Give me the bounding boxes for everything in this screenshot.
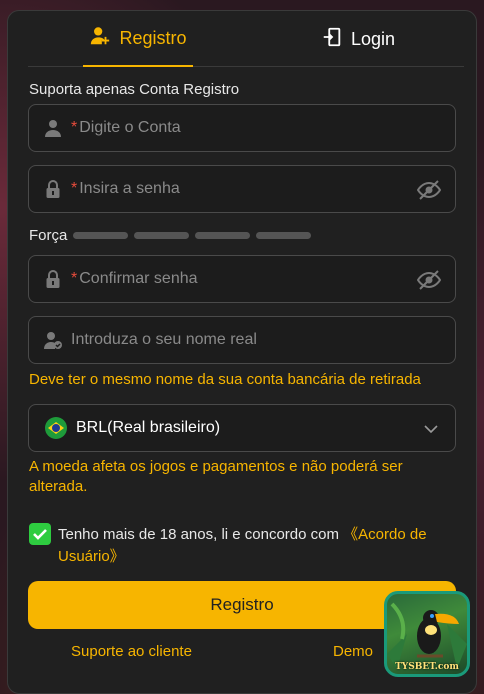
- currency-value: BRL(Real brasileiro): [76, 419, 221, 436]
- password-input[interactable]: * Insira a senha: [28, 165, 456, 213]
- strength-bar: [256, 232, 312, 239]
- check-icon: [33, 529, 47, 540]
- login-door-icon: [321, 26, 343, 53]
- password-placeholder: * Insira a senha: [71, 180, 180, 197]
- confirm-password-input[interactable]: * Confirmar senha: [28, 255, 456, 303]
- realname-note: Deve ter o mesmo nome da sua conta bancá…: [29, 371, 421, 388]
- account-input[interactable]: * Digite o Conta: [28, 104, 456, 152]
- add-user-icon: [89, 25, 111, 52]
- user-icon: [43, 118, 63, 138]
- currency-note: A moeda afeta os jogos e pagamentos e nã…: [29, 458, 403, 495]
- strength-bar: [134, 232, 190, 239]
- strength-bar: [73, 232, 129, 239]
- customer-support-link[interactable]: Suporte ao cliente: [71, 643, 192, 660]
- lock-icon: [43, 179, 63, 199]
- demo-link[interactable]: Demo: [333, 643, 373, 660]
- agreement-checkbox[interactable]: [29, 523, 51, 545]
- brand-badge[interactable]: TYSBET.com: [384, 591, 470, 677]
- tab-login[interactable]: Login: [303, 11, 413, 67]
- account-placeholder: * Digite o Conta: [71, 119, 181, 136]
- real-name-input[interactable]: Introduza o seu nome real: [28, 316, 456, 364]
- currency-select[interactable]: BRL(Real brasileiro): [28, 404, 456, 452]
- brand-name: TYSBET.com: [395, 662, 459, 672]
- strength-label: Força: [29, 227, 68, 244]
- chevron-down-icon: [423, 421, 439, 437]
- tab-register-label: Registro: [119, 27, 187, 48]
- password-strength: Força: [29, 227, 317, 244]
- confirm-placeholder: * Confirmar senha: [71, 270, 198, 287]
- account-hint: Suporta apenas Conta Registro: [29, 81, 240, 98]
- user-check-icon: [43, 330, 63, 350]
- lock-icon: [43, 269, 63, 289]
- tab-register[interactable]: Registro: [83, 11, 193, 67]
- agreement-text: Tenho mais de 18 anos, li e concordo com…: [58, 526, 427, 565]
- realname-placeholder: Introduza o seu nome real: [71, 331, 257, 348]
- strength-bar: [195, 232, 251, 239]
- brazil-flag-icon: [45, 417, 67, 439]
- eye-slash-icon[interactable]: [416, 179, 442, 201]
- tab-login-label: Login: [350, 28, 396, 49]
- eye-slash-icon[interactable]: [416, 269, 442, 291]
- auth-tabs: Registro Login: [28, 11, 464, 67]
